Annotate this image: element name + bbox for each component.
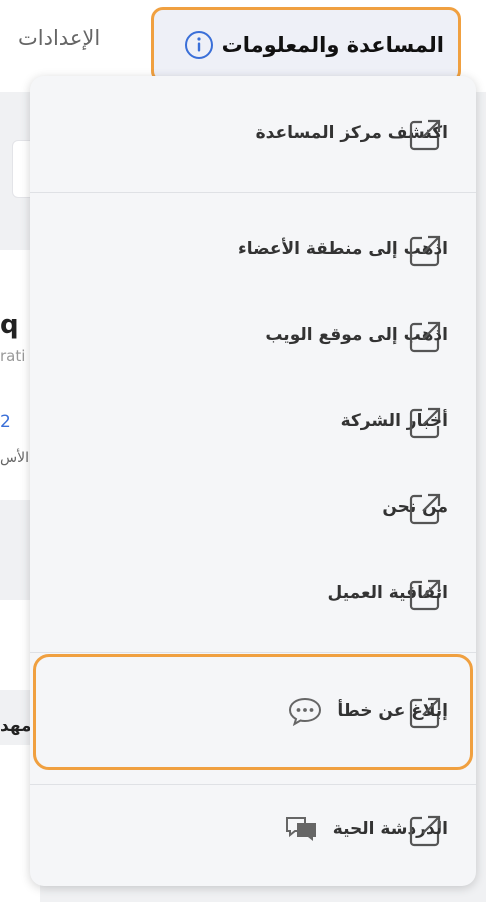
menu-divider [30,652,476,653]
help-dropdown-menu: اكتشف مركز المساعدة اذهب إلى منطقة الأعض… [30,76,476,886]
menu-item-members-area[interactable]: اذهب إلى منطقة الأعضاء [30,206,476,292]
external-link-icon [409,321,441,353]
background-text: الأس [0,450,29,466]
info-icon [185,31,213,59]
menu-item-report-bug[interactable]: إبلاغ عن خطأ [30,668,476,754]
menu-divider [30,192,476,193]
tab-help-and-info[interactable]: المساعدة والمعلومات [151,7,461,83]
external-link-icon [409,493,441,525]
menu-item-live-chat[interactable]: الدردشة الحية [30,786,476,872]
external-link-icon [409,119,441,151]
external-link-icon [409,407,441,439]
menu-divider [30,784,476,785]
chat-bubble-icon [289,697,322,726]
menu-item-about-us[interactable]: من نحن [30,464,476,550]
menu-item-help-center[interactable]: اكتشف مركز المساعدة [30,90,476,176]
external-link-icon [409,579,441,611]
background-text: مهد [0,716,32,736]
external-link-icon [409,697,441,729]
external-link-icon [409,815,441,847]
menu-item-company-news[interactable]: أخبار الشركة [30,378,476,464]
tab-help-label: المساعدة والمعلومات [221,33,444,57]
background-link[interactable]: 2 [0,412,11,432]
menu-item-website[interactable]: اذهب إلى موقع الويب [30,292,476,378]
live-chat-icon [285,817,316,841]
menu-item-customer-agreement[interactable]: اتفاقية العميل [30,550,476,636]
tab-settings[interactable]: الإعدادات [18,26,100,50]
background-text: rati [0,347,26,365]
external-link-icon [409,235,441,267]
background-text: q [0,310,19,340]
